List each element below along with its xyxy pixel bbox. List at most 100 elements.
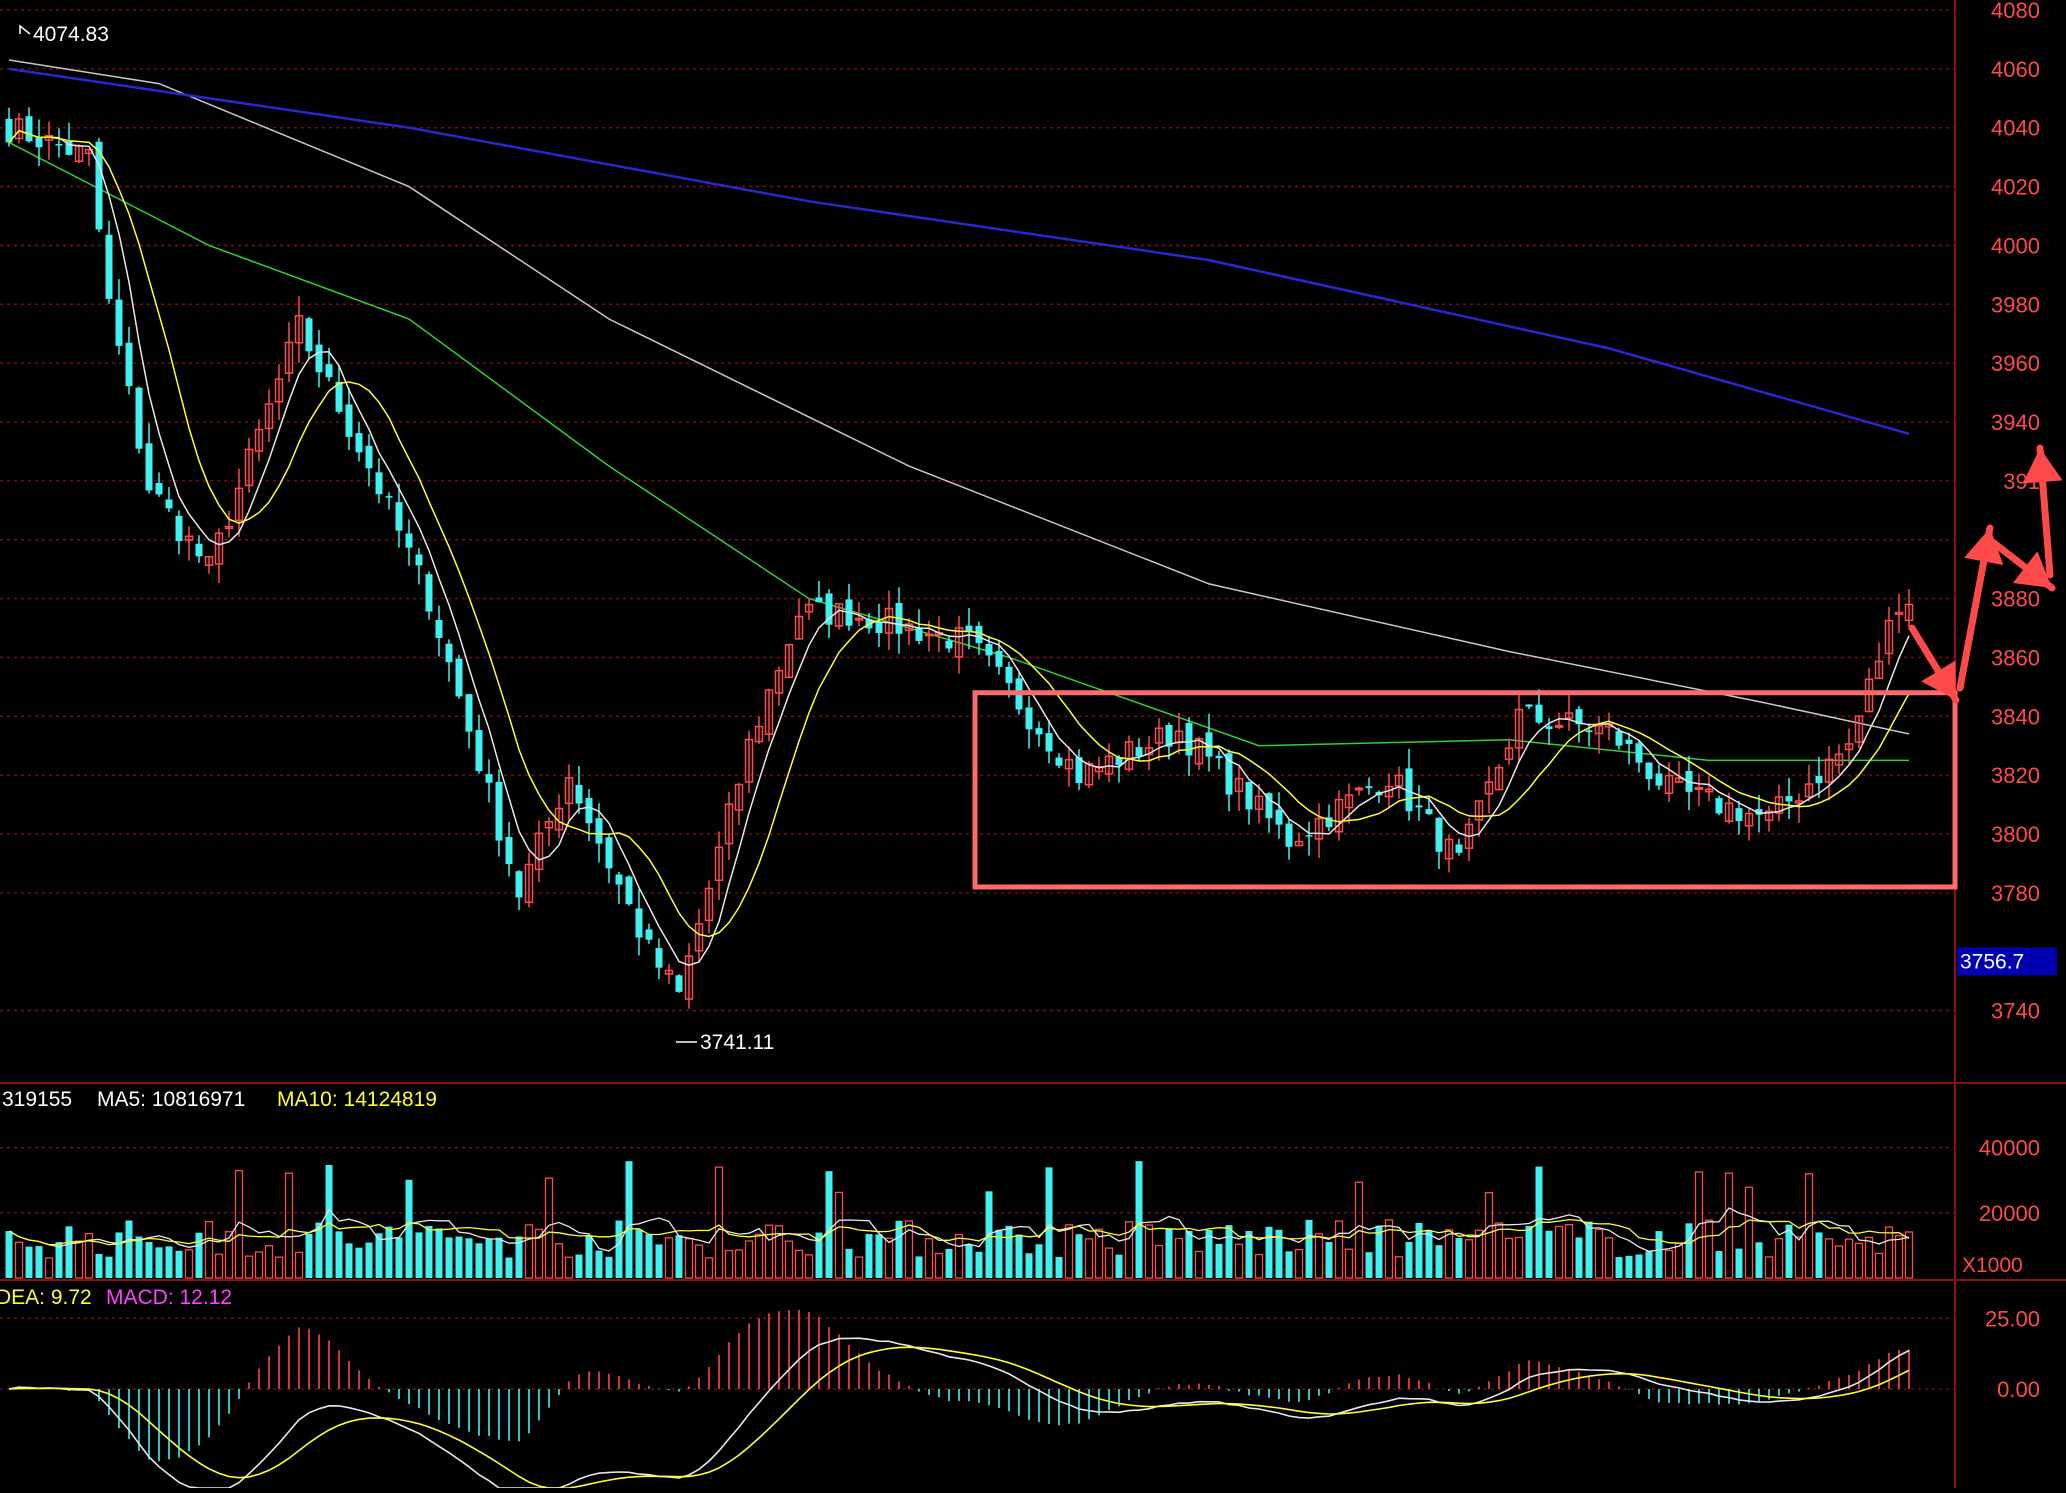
volume-bar-up xyxy=(1824,1238,1834,1279)
volume-bar-down xyxy=(1525,1226,1533,1278)
candle-body-down xyxy=(585,797,593,824)
volume-bar-up xyxy=(1834,1245,1844,1279)
volume-bar-down xyxy=(1025,1253,1033,1278)
volume-bar-up xyxy=(184,1249,194,1279)
candle-body-down xyxy=(945,640,953,649)
volume-bar-down xyxy=(495,1237,503,1278)
candle-body-down xyxy=(1455,844,1463,853)
volume-bar-up xyxy=(934,1252,944,1279)
candle-body-down xyxy=(1785,796,1793,802)
volume-tick-label: 20000 xyxy=(1979,1201,2040,1226)
candle-body-down xyxy=(435,620,443,638)
candle-body-down xyxy=(335,381,343,412)
candle-body-down xyxy=(505,836,513,865)
candle-body-up xyxy=(924,633,934,637)
price-tick-label: 3780 xyxy=(1991,881,2040,906)
volume-bar-up xyxy=(234,1169,244,1279)
ma5-line xyxy=(8,129,1910,966)
volume-bar-down xyxy=(1815,1232,1823,1278)
dif-line xyxy=(8,1337,1910,1489)
volume-bar-down xyxy=(635,1229,643,1278)
candle-body-down xyxy=(1005,666,1013,684)
volume-bar-down xyxy=(95,1253,103,1278)
volume-bar-down xyxy=(435,1228,443,1278)
volume-bar-up xyxy=(924,1238,934,1279)
candle-body-down xyxy=(25,116,33,142)
candle-body-down xyxy=(305,318,313,352)
volume-bar-up xyxy=(204,1221,214,1279)
volume-bar-up xyxy=(734,1249,744,1279)
volume-bar-up xyxy=(1444,1229,1454,1279)
volume-bar-up xyxy=(1864,1236,1874,1279)
price-tick-label: 3980 xyxy=(1991,292,2040,317)
volume-bar-up xyxy=(1334,1220,1344,1279)
volume-bar-down xyxy=(145,1241,153,1278)
volume-bar-up xyxy=(254,1251,264,1279)
volume-bar-up xyxy=(1664,1249,1674,1279)
volume-bar-down xyxy=(875,1234,883,1278)
candle-body-down xyxy=(105,234,113,299)
candle-body-down xyxy=(375,472,383,495)
candle-body-down xyxy=(465,694,473,732)
candle-body-down xyxy=(195,543,203,557)
volume-bar-down xyxy=(1755,1242,1763,1278)
dea-line xyxy=(8,1346,1910,1489)
high-pointer-icon xyxy=(19,24,31,35)
volume-bar-up xyxy=(784,1240,794,1279)
volume-bar-up xyxy=(1564,1223,1574,1279)
volume-bar-up xyxy=(1794,1236,1804,1279)
candle-body-down xyxy=(455,658,463,697)
volume-tick-label: 40000 xyxy=(1979,1136,2040,1161)
volume-bar-up xyxy=(1844,1238,1854,1279)
candle-body-down xyxy=(1365,786,1373,789)
candle-body-up xyxy=(1354,787,1364,791)
volume-bar-up xyxy=(1254,1253,1264,1279)
candle-body-down xyxy=(345,404,353,437)
volume-bar-up xyxy=(1384,1219,1394,1279)
volume-bar-up xyxy=(1294,1248,1304,1279)
volume-bar-down xyxy=(335,1231,343,1278)
volume-bar-up xyxy=(1594,1228,1604,1279)
volume-bar-up xyxy=(1154,1244,1164,1279)
candle-body-down xyxy=(635,908,643,938)
volume-bar-up xyxy=(284,1172,294,1279)
price-tick-label: 3820 xyxy=(1991,763,2040,788)
candle-body-down xyxy=(1185,723,1193,756)
candle-body-down xyxy=(675,975,683,992)
volume-bar-up xyxy=(1724,1172,1734,1279)
volume-bar-down xyxy=(1005,1225,1013,1278)
candle-body-down xyxy=(175,515,183,542)
candle-body-down xyxy=(495,781,503,841)
price-tick-label: 3880 xyxy=(1991,587,2040,612)
candle-body-down xyxy=(385,496,393,498)
volume-bar-down xyxy=(465,1238,473,1278)
volume-bar-down xyxy=(1455,1238,1463,1278)
volume-bar-up xyxy=(1744,1186,1754,1279)
candle-body-down xyxy=(575,784,583,804)
volume-bar-up xyxy=(1144,1224,1154,1279)
volume-bar-down xyxy=(1375,1225,1383,1278)
candle-body-down xyxy=(475,730,483,772)
candle-body-down xyxy=(405,533,413,548)
volume-bar-down xyxy=(1585,1221,1593,1278)
volume-bar-down xyxy=(125,1220,133,1278)
volume-bar-up xyxy=(954,1233,964,1279)
candle-body-down xyxy=(1025,707,1033,730)
volume-bar-down xyxy=(5,1231,13,1278)
candle-body-down xyxy=(605,837,613,869)
candle-body-down xyxy=(625,876,633,905)
price-tick-label: 3940 xyxy=(1991,410,2040,435)
consolidation-highlight-box xyxy=(972,690,1958,890)
volume-bar-up xyxy=(1394,1256,1404,1279)
volume-bar-up xyxy=(1774,1238,1784,1279)
volume-bar-up xyxy=(1344,1248,1354,1279)
volume-bar-up xyxy=(1514,1236,1524,1279)
volume-bar-down xyxy=(1685,1223,1693,1278)
volume-bar-up xyxy=(264,1245,274,1279)
volume-legend-ma10: MA10: 14124819 xyxy=(277,1088,437,1111)
volume-bar-up xyxy=(664,1237,674,1279)
macd-tick-label: 25.00 xyxy=(1985,1306,2040,1331)
high-price-label: 4074.83 xyxy=(33,23,109,46)
short-moving-average-lines xyxy=(8,129,1910,966)
volume-bar-down xyxy=(575,1254,583,1278)
